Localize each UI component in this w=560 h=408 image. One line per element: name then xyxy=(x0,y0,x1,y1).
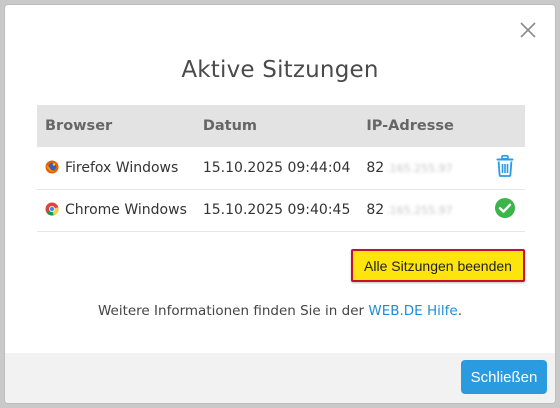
close-x-icon[interactable] xyxy=(517,19,539,41)
end-all-sessions-button[interactable]: Alle Sitzungen beenden xyxy=(351,249,525,282)
table-row: Chrome Windows 15.10.2025 09:40:45 82.16… xyxy=(37,189,525,232)
help-link[interactable]: WEB.DE Hilfe xyxy=(368,303,457,319)
close-button[interactable]: Schließen xyxy=(461,360,547,394)
ip-hidden: .165.255.97 xyxy=(386,204,453,217)
trash-icon[interactable] xyxy=(495,154,515,181)
info-suffix: . xyxy=(457,303,463,319)
active-sessions-dialog: Aktive Sitzungen Browser Datum IP-Adress… xyxy=(4,4,556,404)
action-cell xyxy=(485,189,525,232)
header-date: Datum xyxy=(194,105,359,147)
ip-cell: 82.165.255.97 xyxy=(358,147,486,190)
action-cell xyxy=(485,147,525,190)
browser-name: Chrome Windows xyxy=(65,202,187,218)
date-cell: 15.10.2025 09:40:45 xyxy=(194,189,359,232)
info-text: Weitere Informationen finden Sie in der … xyxy=(5,303,555,319)
ip-hidden: .165.255.97 xyxy=(386,161,453,175)
browser-cell: Chrome Windows xyxy=(37,189,195,232)
date-cell: 15.10.2025 09:44:04 xyxy=(194,147,359,190)
browser-cell: Firefox Windows xyxy=(37,147,195,190)
ip-visible: 82 xyxy=(366,159,385,176)
firefox-icon xyxy=(45,160,59,174)
header-ip: IP-Adresse xyxy=(358,105,486,147)
header-action xyxy=(485,105,525,147)
checkmark-circle-icon xyxy=(494,197,516,223)
browser-name: Firefox Windows xyxy=(65,159,179,176)
info-prefix: Weitere Informationen finden Sie in der xyxy=(97,303,369,319)
dialog-title: Aktive Sitzungen xyxy=(181,57,379,83)
ip-visible: 82 xyxy=(366,202,385,218)
table-header-row: Browser Datum IP-Adresse xyxy=(37,105,525,147)
table-row: Firefox Windows 15.10.2025 09:44:04 82.1… xyxy=(37,147,525,190)
header-browser: Browser xyxy=(37,105,195,147)
ip-cell: 82.165.255.97 xyxy=(358,189,486,232)
chrome-icon xyxy=(45,202,59,216)
dialog-footer: Schließen xyxy=(5,353,555,403)
sessions-table: Browser Datum IP-Adresse Firefox Windows… xyxy=(37,105,525,232)
